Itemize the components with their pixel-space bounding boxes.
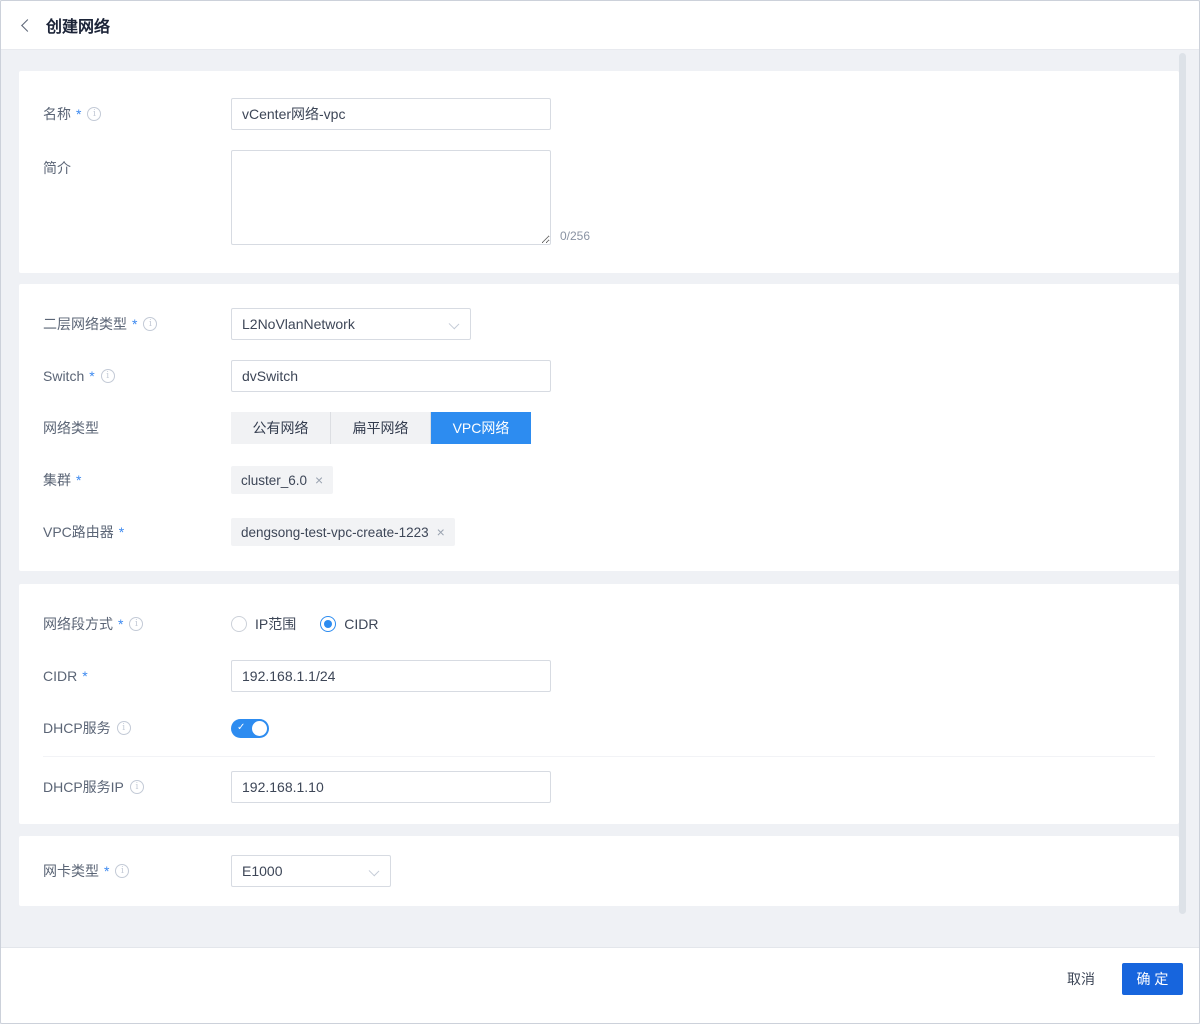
name-row: 名称 * i — [43, 98, 1179, 130]
network-type-tabs: 公有网络 扁平网络 VPC网络 — [231, 412, 531, 444]
remove-cluster-icon[interactable]: × — [315, 473, 323, 487]
char-counter: 0/256 — [560, 229, 590, 245]
cidr-input[interactable] — [231, 660, 551, 692]
confirm-button[interactable]: 确 定 — [1122, 963, 1183, 995]
dhcp-ip-input[interactable] — [231, 771, 551, 803]
required-mark: * — [89, 368, 94, 384]
nic-type-card: 网卡类型 * i E1000 — [19, 836, 1179, 906]
description-row: 简介 0/256 — [43, 150, 1179, 245]
network-type-row: 网络类型 公有网络 扁平网络 VPC网络 — [43, 412, 1179, 444]
radio-ip-range[interactable]: IP范围 — [231, 614, 296, 634]
page-footer: 取消 确 定 — [1, 947, 1199, 1023]
vpc-router-label: VPC路由器 — [43, 522, 114, 542]
l2-type-label-group: 二层网络类型 * i — [43, 314, 231, 334]
vpc-router-row: VPC路由器 * dengsong-test-vpc-create-1223 × — [43, 516, 1179, 548]
chevron-left-icon — [21, 19, 34, 32]
l2-type-row: 二层网络类型 * i L2NoVlanNetwork — [43, 308, 1179, 340]
cidr-row: CIDR * — [43, 660, 1179, 692]
radio-cidr-label: CIDR — [344, 616, 378, 632]
radio-circle-checked — [320, 616, 336, 632]
chevron-down-icon — [369, 866, 380, 877]
name-label-group: 名称 * i — [43, 104, 231, 124]
dhcp-toggle[interactable]: ✓ — [231, 719, 269, 738]
dhcp-label-group: DHCP服务 i — [43, 718, 231, 738]
info-icon[interactable]: i — [117, 721, 131, 735]
nic-type-label: 网卡类型 — [43, 861, 99, 881]
l2-type-selected-value: L2NoVlanNetwork — [242, 316, 355, 332]
form-body: 名称 * i 简介 0/256 二层网络类型 — [1, 50, 1199, 947]
toggle-knob — [252, 721, 267, 736]
segment-card: 网络段方式 * i IP范围 CIDR CIDR — [19, 584, 1179, 824]
cidr-label-group: CIDR * — [43, 668, 231, 684]
description-textarea[interactable] — [231, 150, 551, 245]
description-label-group: 简介 — [43, 150, 231, 178]
description-label: 简介 — [43, 158, 71, 178]
check-icon: ✓ — [237, 721, 245, 735]
scrollbar-thumb[interactable] — [1179, 53, 1186, 914]
remove-vpc-router-icon[interactable]: × — [437, 525, 445, 539]
switch-label-group: Switch * i — [43, 368, 231, 384]
required-mark: * — [132, 316, 137, 332]
back-button[interactable] — [23, 21, 32, 30]
l2-network-card: 二层网络类型 * i L2NoVlanNetwork Switch * i — [19, 284, 1179, 571]
dhcp-row: DHCP服务 i ✓ — [43, 712, 1179, 744]
cluster-tag-text: cluster_6.0 — [241, 473, 307, 488]
section-divider — [43, 756, 1155, 757]
nic-type-row: 网卡类型 * i E1000 — [43, 855, 1179, 887]
segment-mode-label-group: 网络段方式 * i — [43, 614, 231, 634]
network-type-label: 网络类型 — [43, 418, 99, 438]
cancel-button[interactable]: 取消 — [1067, 969, 1095, 989]
radio-circle-unchecked — [231, 616, 247, 632]
required-mark: * — [82, 668, 87, 684]
nic-type-label-group: 网卡类型 * i — [43, 861, 231, 881]
switch-input[interactable] — [231, 360, 551, 392]
cluster-label-group: 集群 * — [43, 470, 231, 490]
l2-type-label: 二层网络类型 — [43, 314, 127, 334]
vpc-router-tag-text: dengsong-test-vpc-create-1223 — [241, 525, 429, 540]
dhcp-label: DHCP服务 — [43, 718, 111, 738]
segment-mode-label: 网络段方式 — [43, 614, 113, 634]
dhcp-ip-label-group: DHCP服务IP i — [43, 777, 231, 797]
scrollbar-track — [1179, 50, 1186, 947]
nic-type-selected-value: E1000 — [242, 863, 282, 879]
tab-public-network[interactable]: 公有网络 — [231, 412, 331, 444]
required-mark: * — [76, 472, 81, 488]
info-icon[interactable]: i — [115, 864, 129, 878]
cluster-label: 集群 — [43, 470, 71, 490]
vpc-router-label-group: VPC路由器 * — [43, 522, 231, 542]
required-mark: * — [119, 524, 124, 540]
tab-vpc-network[interactable]: VPC网络 — [431, 412, 531, 444]
info-icon[interactable]: i — [129, 617, 143, 631]
required-mark: * — [76, 106, 81, 122]
create-network-page: 创建网络 名称 * i 简介 0/256 — [0, 0, 1200, 1024]
page-title: 创建网络 — [46, 13, 110, 37]
switch-row: Switch * i — [43, 360, 1179, 392]
nic-type-select[interactable]: E1000 — [231, 855, 391, 887]
tab-flat-network[interactable]: 扁平网络 — [331, 412, 431, 444]
segment-mode-row: 网络段方式 * i IP范围 CIDR — [43, 608, 1179, 640]
switch-label: Switch — [43, 368, 84, 384]
radio-cidr[interactable]: CIDR — [320, 616, 378, 632]
name-label: 名称 — [43, 104, 71, 124]
info-icon[interactable]: i — [101, 369, 115, 383]
cluster-row: 集群 * cluster_6.0 × — [43, 464, 1179, 496]
vpc-router-tag[interactable]: dengsong-test-vpc-create-1223 × — [231, 518, 455, 546]
chevron-down-icon — [449, 319, 460, 330]
name-input[interactable] — [231, 98, 551, 130]
l2-type-select[interactable]: L2NoVlanNetwork — [231, 308, 471, 340]
cidr-label: CIDR — [43, 668, 77, 684]
segment-mode-radio-group: IP范围 CIDR — [231, 614, 402, 634]
dhcp-ip-label: DHCP服务IP — [43, 777, 124, 797]
required-mark: * — [104, 863, 109, 879]
dhcp-ip-row: DHCP服务IP i — [43, 771, 1179, 803]
network-type-label-group: 网络类型 — [43, 418, 231, 438]
required-mark: * — [118, 616, 123, 632]
cluster-tag[interactable]: cluster_6.0 × — [231, 466, 333, 494]
basic-info-card: 名称 * i 简介 0/256 — [19, 71, 1179, 273]
info-icon[interactable]: i — [130, 780, 144, 794]
info-icon[interactable]: i — [87, 107, 101, 121]
radio-ip-range-label: IP范围 — [255, 614, 296, 634]
page-header: 创建网络 — [1, 1, 1199, 50]
info-icon[interactable]: i — [143, 317, 157, 331]
